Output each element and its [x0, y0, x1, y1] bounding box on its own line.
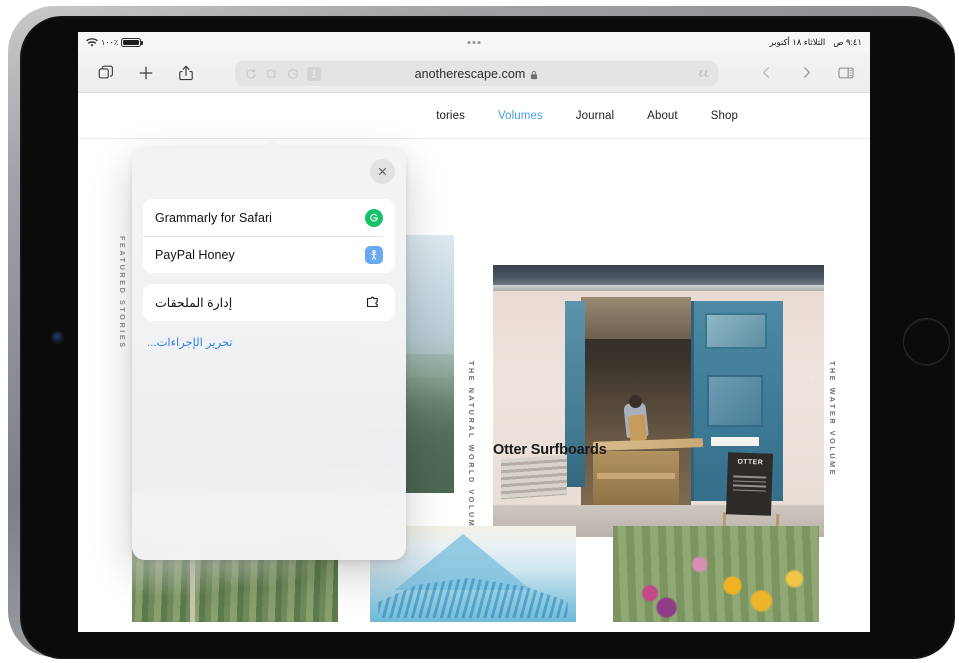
honey-icon[interactable]	[307, 66, 321, 81]
puzzle-piece-icon[interactable]	[265, 67, 279, 81]
puzzle-piece-icon	[364, 293, 383, 312]
popover-group-manage: إدارة الملحقات	[143, 284, 395, 321]
status-bar-right: ٩:٤١ ص الثلاثاء ١٨ أكتوبر	[769, 32, 862, 53]
url-display: anotherescape.com	[415, 67, 539, 81]
close-icon[interactable]	[370, 159, 395, 184]
popover-label-honey: PayPal Honey	[155, 247, 235, 262]
otter-surfboards-caption[interactable]: Otter Surfboards	[493, 442, 607, 458]
nav-item-about[interactable]: About	[647, 110, 678, 122]
nav-item-stories[interactable]: tories	[436, 110, 465, 122]
grammarly-icon	[364, 208, 383, 227]
sign-title: OTTER	[737, 458, 764, 467]
sidebar-toggle-icon[interactable]	[836, 63, 856, 83]
lock-icon	[530, 69, 538, 79]
toolbar-left-group	[78, 63, 196, 83]
status-bar-date: الثلاثاء ١٨ أكتوبر	[769, 37, 826, 47]
status-bar-left: ٪١٠٠	[86, 32, 144, 53]
text-size-button[interactable]: ٤٤	[698, 68, 709, 79]
wildflowers-thumbnail[interactable]	[613, 526, 819, 622]
chalkboard-sign: OTTER	[725, 452, 774, 516]
nav-item-volumes[interactable]: Volumes	[498, 110, 543, 122]
extensions-popover: Grammarly for Safari PayPal Honey إدارة …	[132, 148, 406, 560]
front-camera-icon	[52, 332, 63, 343]
device-screen: ٪١٠٠ ٩:٤١ ص الثلاثاء ١٨ أكتوبر anotheres…	[78, 32, 870, 632]
address-bar[interactable]: anotherescape.com ٤٤	[235, 61, 718, 86]
status-bar-time: ٩:٤١ ص	[833, 37, 862, 47]
site-navigation: tories Volumes Journal About Shop	[78, 93, 870, 139]
wifi-icon	[86, 37, 98, 48]
reload-icon[interactable]	[244, 67, 258, 81]
share-icon[interactable]	[176, 63, 196, 83]
popover-row-manage-extensions[interactable]: إدارة الملحقات	[143, 284, 395, 321]
popover-arrow	[263, 140, 281, 149]
otter-surfboards-card[interactable]: 6 OTTER	[493, 265, 824, 537]
status-bar-center-dots	[467, 32, 481, 53]
screenshot-root: ٪١٠٠ ٩:٤١ ص الثلاثاء ١٨ أكتوبر anotheres…	[0, 0, 959, 663]
safari-toolbar: anotherescape.com ٤٤	[78, 53, 870, 93]
popover-label-grammarly: Grammarly for Safari	[155, 210, 272, 225]
popover-row-honey[interactable]: PayPal Honey	[143, 236, 395, 273]
address-bar-extension-icons	[244, 61, 321, 86]
battery-icon	[121, 37, 144, 48]
chevron-left-icon[interactable]	[756, 63, 776, 83]
popover-group-extensions: Grammarly for Safari PayPal Honey	[143, 199, 395, 273]
toolbar-right-group	[756, 53, 856, 92]
honey-icon	[364, 245, 383, 264]
popover-row-grammarly[interactable]: Grammarly for Safari	[143, 199, 395, 236]
status-bar: ٪١٠٠ ٩:٤١ ص الثلاثاء ١٨ أكتوبر	[78, 32, 870, 53]
plus-icon[interactable]	[136, 63, 156, 83]
popover-label-manage-extensions: إدارة الملحقات	[155, 296, 233, 310]
chevron-right-icon[interactable]	[796, 63, 816, 83]
url-text: anotherescape.com	[414, 66, 526, 81]
tabs-overview-icon[interactable]	[96, 63, 116, 83]
nav-item-shop[interactable]: Shop	[711, 110, 738, 122]
popover-body: Grammarly for Safari PayPal Honey إدارة …	[143, 199, 395, 349]
door-number-label: 6	[809, 373, 815, 383]
web-page-content: tories Volumes Journal About Shop FEATUR…	[78, 93, 870, 632]
edit-actions-link[interactable]: تحرير الإجراءات...	[143, 332, 395, 349]
otter-surfboards-photo: 6 OTTER	[493, 265, 824, 537]
home-button[interactable]	[903, 318, 950, 365]
battery-percent-label: ٪١٠٠	[101, 38, 119, 47]
grammarly-icon[interactable]	[286, 67, 300, 81]
nav-item-journal[interactable]: Journal	[576, 110, 614, 122]
